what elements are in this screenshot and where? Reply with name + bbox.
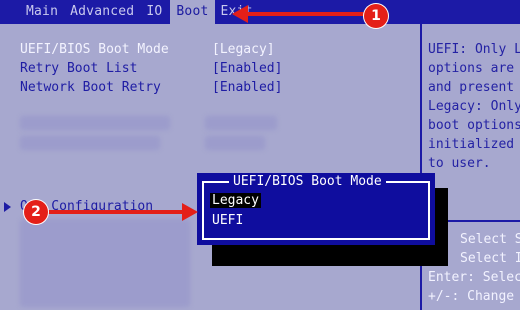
setting-boot-mode-value[interactable]: [Legacy] xyxy=(212,42,275,57)
setting-retry-boot-label[interactable]: Retry Boot List xyxy=(20,61,137,76)
key-hint: Select S xyxy=(460,232,520,247)
help-panel: UEFI: Only L options are and present Leg… xyxy=(420,24,520,310)
help-line: Legacy: Only xyxy=(428,99,520,114)
settings-panel: UEFI/BIOS Boot Mode [Legacy] Retry Boot … xyxy=(0,24,420,310)
option-uefi[interactable]: UEFI xyxy=(212,213,243,228)
option-legacy[interactable]: Legacy xyxy=(210,193,261,208)
setting-retry-boot-value[interactable]: [Enabled] xyxy=(212,61,282,76)
redacted-row xyxy=(20,136,160,150)
help-line: initialized xyxy=(428,137,515,152)
redacted-block xyxy=(20,219,190,307)
submenu-arrow-icon xyxy=(4,202,11,212)
redacted-row xyxy=(205,136,265,150)
help-line: to user. xyxy=(428,156,491,171)
annotation-arrowhead-1 xyxy=(232,5,248,23)
help-line: options are xyxy=(428,61,515,76)
help-line: UEFI: Only L xyxy=(428,42,520,57)
help-line: boot options xyxy=(428,118,520,133)
tab-advanced[interactable]: Advanced xyxy=(64,0,140,24)
annotation-arrow-2 xyxy=(46,210,186,214)
setting-network-retry-label[interactable]: Network Boot Retry xyxy=(20,80,161,95)
tab-main[interactable]: Main xyxy=(0,0,64,24)
annotation-arrowhead-2 xyxy=(182,203,198,221)
tab-io[interactable]: IO xyxy=(140,0,168,24)
boot-mode-popup: UEFI/BIOS Boot Mode Legacy UEFI xyxy=(197,173,435,245)
annotation-badge-2: 2 xyxy=(24,200,48,224)
popup-frame xyxy=(202,181,430,240)
key-hint: Select I xyxy=(460,251,520,266)
key-hint: Enter: Selec xyxy=(428,270,520,285)
redacted-row xyxy=(20,116,170,130)
help-line: and present xyxy=(428,80,515,95)
popup-title: UEFI/BIOS Boot Mode xyxy=(229,174,386,189)
setting-boot-mode-label[interactable]: UEFI/BIOS Boot Mode xyxy=(20,42,169,57)
setting-network-retry-value[interactable]: [Enabled] xyxy=(212,80,282,95)
tab-boot[interactable]: Boot xyxy=(170,0,215,24)
annotation-arrow-1 xyxy=(245,12,365,16)
annotation-badge-1: 1 xyxy=(364,4,388,28)
redacted-row xyxy=(205,116,277,130)
key-hint: +/-: Change xyxy=(428,289,515,304)
